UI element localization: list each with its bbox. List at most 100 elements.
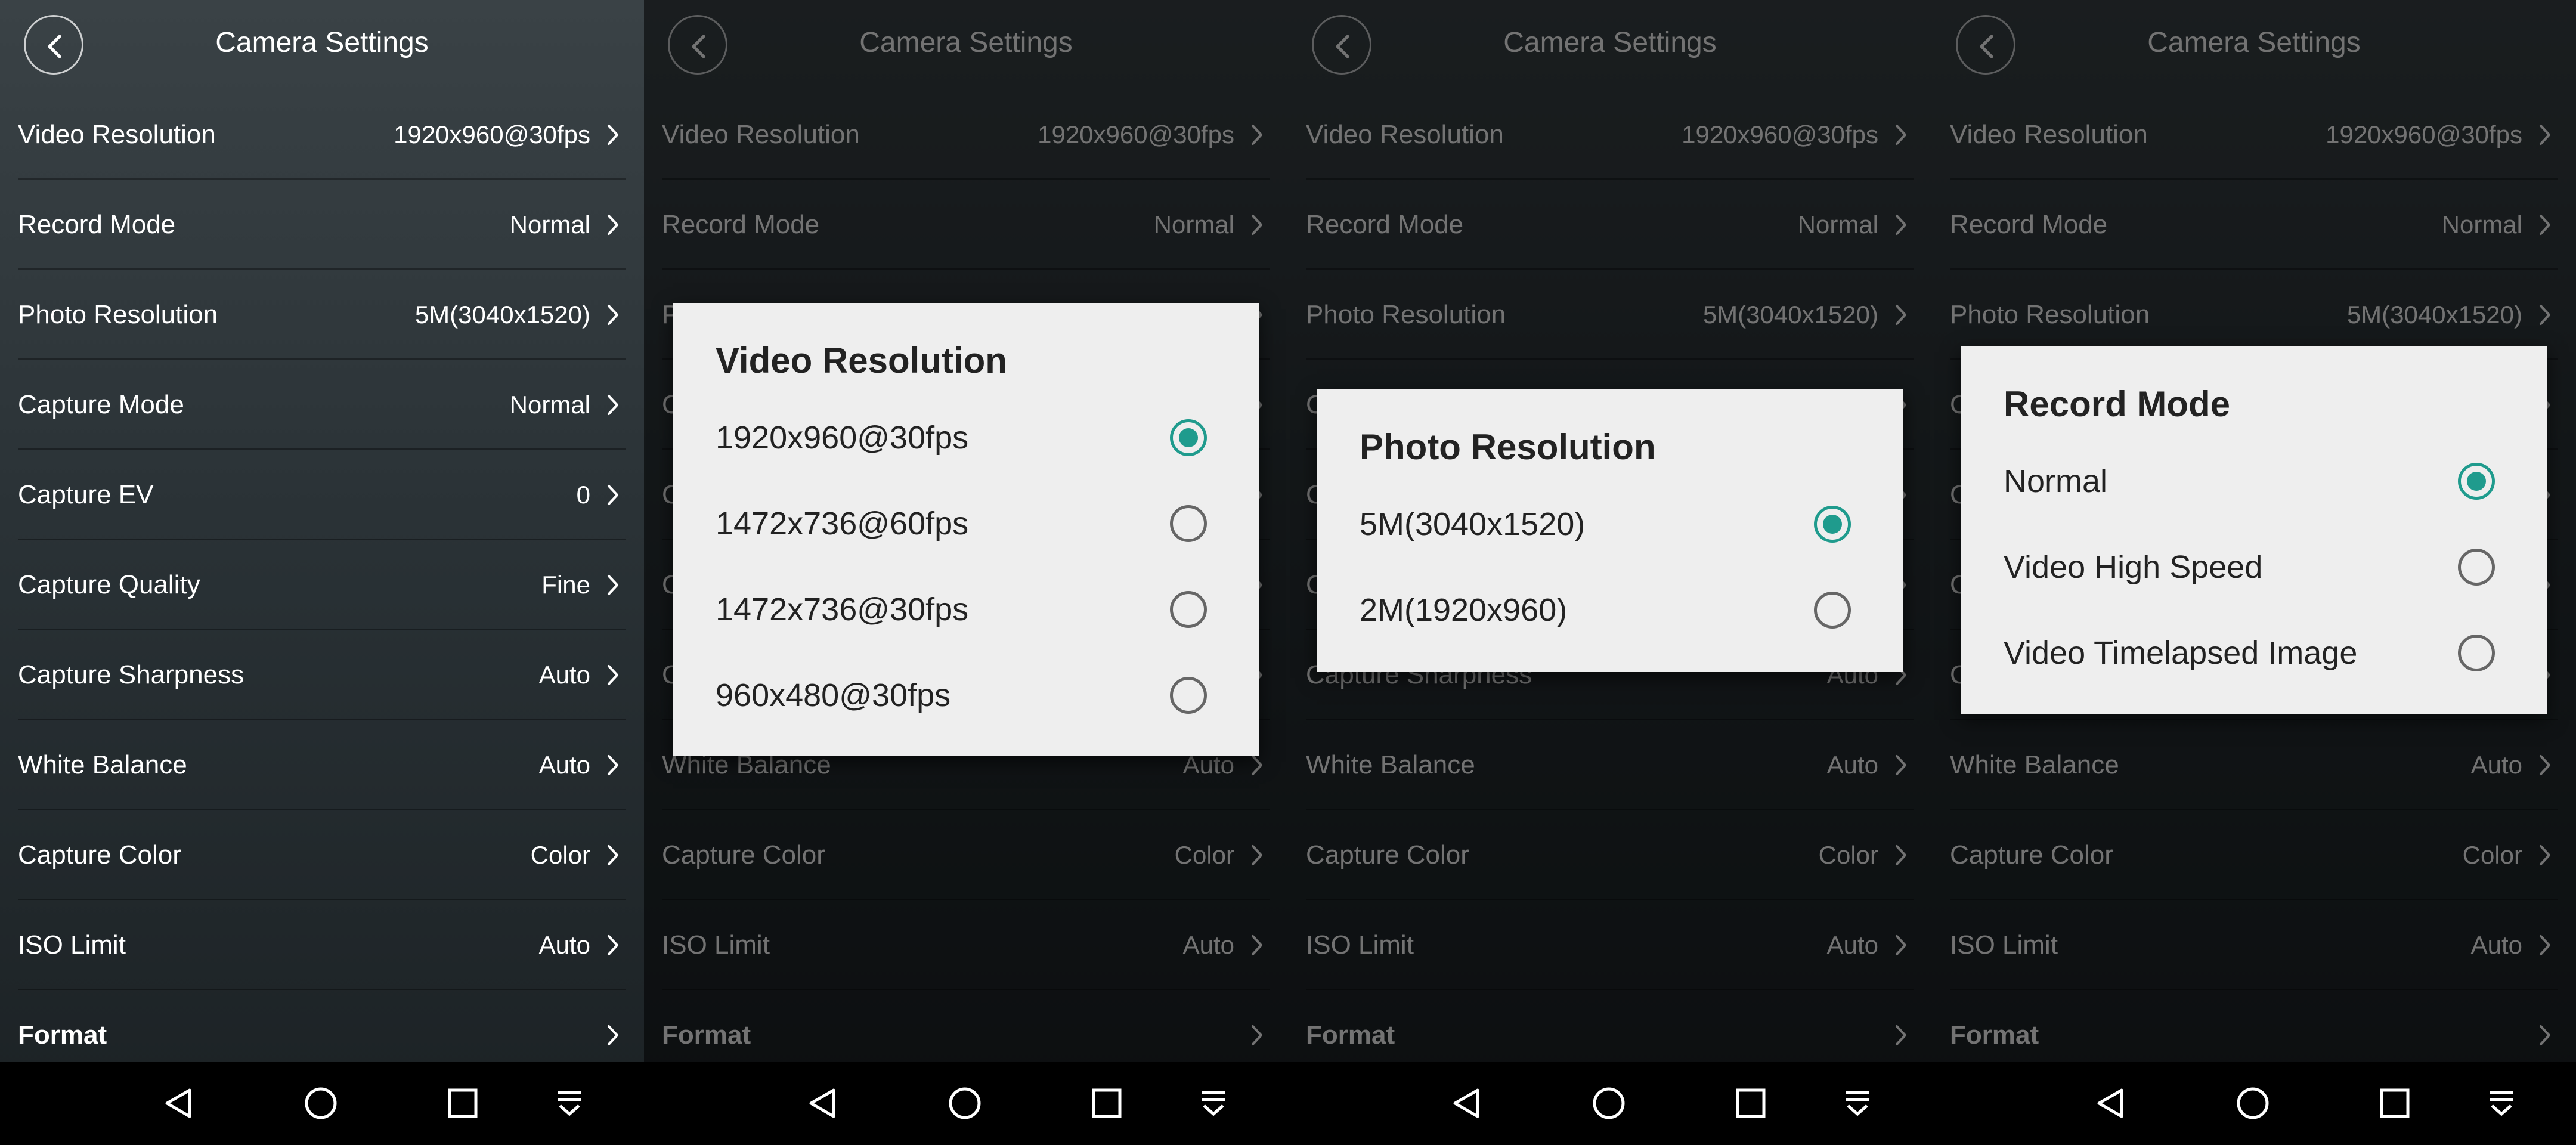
chevron-right-icon [608, 574, 618, 595]
dialog-title: Record Mode [2004, 384, 2231, 424]
radio-unselected-icon[interactable] [1170, 591, 1207, 628]
dialog-option[interactable]: Video Timelapsed Image [1961, 610, 2547, 696]
system-nav-bar [1288, 1062, 1932, 1145]
photo-resolution-dialog: Photo Resolution 5M(3040x1520) 2M(1920x960… [1317, 389, 1903, 672]
nav-home-icon[interactable] [1591, 1085, 1627, 1121]
dialog-option[interactable]: Normal [1961, 438, 2547, 524]
setting-label: Photo Resolution [18, 299, 218, 329]
radio-unselected-icon[interactable] [1170, 677, 1207, 714]
nav-back-icon[interactable] [805, 1085, 841, 1121]
settings-row[interactable]: White Balance Auto [0, 720, 644, 810]
screenshot-root: Camera Settings Video Resolution 1920x960… [0, 0, 2576, 1145]
option-label: 5M(3040x1520) [1360, 506, 1586, 542]
chevron-right-icon [608, 394, 618, 415]
radio-selected-icon[interactable] [2458, 463, 2495, 500]
settings-screen-2: Camera Settings Video Resolution1920x960… [644, 0, 1288, 1145]
option-label: Video High Speed [2004, 549, 2263, 585]
dialog-option[interactable]: 5M(3040x1520) [1317, 481, 1903, 567]
settings-row[interactable]: Record Mode Normal [0, 180, 644, 270]
settings-row[interactable]: Capture Color Color [0, 810, 644, 900]
settings-screen-1: Camera Settings Video Resolution 1920x960… [0, 0, 644, 1145]
chevron-right-icon [608, 214, 618, 235]
radio-unselected-icon[interactable] [2458, 549, 2495, 586]
settings-row[interactable]: Capture EV 0 [0, 450, 644, 540]
system-nav-bar [0, 1062, 644, 1145]
radio-selected-icon[interactable] [1170, 419, 1207, 456]
settings-content: Camera Settings Video Resolution1920x960… [1932, 0, 2576, 1062]
setting-label: ISO Limit [18, 930, 126, 960]
dialog-title: Video Resolution [716, 341, 1007, 380]
settings-content: Camera Settings Video Resolution1920x960… [1288, 0, 1932, 1062]
setting-label: Capture Color [18, 840, 181, 869]
dialog-option[interactable]: 1472x736@60fps [673, 481, 1259, 567]
nav-recent-icon[interactable] [1733, 1085, 1769, 1121]
nav-back-icon[interactable] [1449, 1085, 1485, 1121]
nav-menu-icon[interactable] [1840, 1085, 1875, 1121]
dialog-title: Photo Resolution [1360, 427, 1656, 467]
setting-label: Capture EV [18, 479, 154, 509]
settings-content: Camera Settings Video Resolution 1920x960… [0, 0, 644, 1062]
settings-row[interactable]: Capture Sharpness Auto [0, 630, 644, 720]
dialog-option[interactable]: 960x480@30fps [673, 652, 1259, 738]
setting-label: White Balance [18, 750, 187, 779]
nav-menu-icon[interactable] [552, 1085, 587, 1121]
nav-recent-icon[interactable] [445, 1085, 481, 1121]
dialog-option[interactable]: Video High Speed [1961, 524, 2547, 610]
record-mode-dialog: Record Mode Normal Video High Speed Video T… [1961, 346, 2547, 714]
settings-list: Video Resolution 1920x960@30fps Record Mod… [0, 89, 644, 1080]
setting-value: Normal [509, 210, 590, 239]
setting-label: Record Mode [18, 209, 176, 239]
dialog-option[interactable]: 1920x960@30fps [673, 395, 1259, 481]
setting-value: Auto [538, 930, 590, 959]
nav-home-icon[interactable] [2235, 1085, 2271, 1121]
settings-row[interactable]: Capture Quality Fine [0, 540, 644, 630]
setting-value: Normal [509, 390, 590, 419]
header: Camera Settings [0, 0, 644, 89]
video-resolution-dialog: Video Resolution 1920x960@30fps 1472x736@6… [673, 303, 1259, 756]
settings-row[interactable]: ISO Limit Auto [0, 900, 644, 990]
option-label: Video Timelapsed Image [2004, 635, 2358, 671]
nav-back-icon[interactable] [2093, 1085, 2129, 1121]
setting-label: Video Resolution [18, 119, 216, 149]
dialog-option[interactable]: 1472x736@30fps [673, 567, 1259, 652]
nav-home-icon[interactable] [947, 1085, 983, 1121]
setting-label: Capture Quality [18, 570, 200, 599]
settings-row[interactable]: Capture Mode Normal [0, 360, 644, 450]
setting-value: Fine [541, 570, 590, 599]
chevron-right-icon [608, 844, 618, 865]
chevron-right-icon [608, 484, 618, 505]
nav-menu-icon[interactable] [1196, 1085, 1231, 1121]
setting-label: Capture Mode [18, 389, 184, 419]
page-title: Camera Settings [215, 27, 429, 58]
dialog-option[interactable]: 2M(1920x960) [1317, 567, 1903, 653]
nav-recent-icon[interactable] [2377, 1085, 2413, 1121]
radio-unselected-icon[interactable] [2458, 635, 2495, 671]
settings-screen-3: Camera Settings Video Resolution1920x960… [1288, 0, 1932, 1145]
radio-unselected-icon[interactable] [1170, 505, 1207, 542]
option-label: 1920x960@30fps [716, 420, 969, 456]
settings-screen-4: Camera Settings Video Resolution1920x960… [1932, 0, 2576, 1145]
settings-content: Camera Settings Video Resolution1920x960… [644, 0, 1288, 1062]
chevron-right-icon [608, 304, 618, 325]
chevron-right-icon [608, 934, 618, 955]
nav-home-icon[interactable] [303, 1085, 339, 1121]
option-label: 1472x736@30fps [716, 592, 969, 627]
option-label: 1472x736@60fps [716, 506, 969, 541]
nav-recent-icon[interactable] [1089, 1085, 1125, 1121]
setting-label: Capture Sharpness [18, 660, 244, 689]
setting-label: Format [18, 1020, 107, 1050]
setting-value: Color [530, 840, 590, 869]
nav-menu-icon[interactable] [2484, 1085, 2519, 1121]
system-nav-bar [1932, 1062, 2576, 1145]
setting-value: Auto [538, 750, 590, 779]
option-label: Normal [2004, 463, 2108, 499]
nav-back-icon[interactable] [161, 1085, 197, 1121]
settings-row[interactable]: Photo Resolution 5M(3040x1520) [0, 270, 644, 360]
setting-value: 1920x960@30fps [394, 120, 590, 148]
settings-row[interactable]: Video Resolution 1920x960@30fps [0, 89, 644, 180]
setting-value: 0 [576, 480, 590, 509]
radio-unselected-icon[interactable] [1814, 592, 1851, 629]
chevron-right-icon [608, 124, 618, 145]
radio-selected-icon[interactable] [1814, 506, 1851, 543]
chevron-right-icon [608, 754, 618, 775]
